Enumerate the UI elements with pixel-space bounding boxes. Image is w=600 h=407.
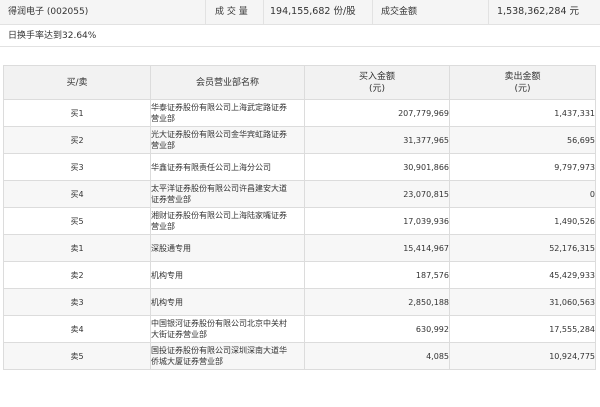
member-name-text: 国投证券股份有限公司深圳深南大道华侨城大厦证券营业部 [151, 346, 288, 366]
member-name-text: 华鑫证券有限责任公司上海分公司 [151, 162, 272, 172]
row-member-name: 深股通专用 [150, 234, 305, 262]
row-sell-amount: 31,060,563 [449, 288, 596, 316]
stock-name-code: 得润电子 (002055) [8, 7, 89, 17]
summary-divider [372, 0, 373, 24]
row-direction: 买5 [3, 207, 151, 235]
table-row: 卖3 机构专用 2,850,188 31,060,563 [3, 288, 596, 316]
member-name-text: 深股通专用 [151, 243, 192, 253]
summary-divider [205, 0, 206, 24]
row-direction: 卖4 [3, 315, 151, 343]
table-row: 卖1 深股通专用 15,414,967 52,176,315 [3, 234, 596, 262]
stock-summary-bar: 得润电子 (002055) 成 交 量 194,155,682 份/股 成交金额… [0, 0, 600, 25]
row-direction: 卖5 [3, 342, 151, 370]
row-buy-amount: 17,039,936 [304, 207, 450, 235]
member-name-text: 湘财证券股份有限公司上海陆家嘴证券营业部 [151, 211, 288, 231]
row-sell-amount: 1,437,331 [449, 99, 596, 127]
row-direction: 卖2 [3, 261, 151, 289]
row-member-name: 华泰证券股份有限公司上海武定路证券营业部 [150, 99, 305, 127]
row-sell-amount: 9,797,973 [449, 153, 596, 181]
table-row: 买3 华鑫证券有限责任公司上海分公司 30,901,866 9,797,973 [3, 153, 596, 181]
row-sell-amount: 45,429,933 [449, 261, 596, 289]
row-sell-amount: 56,695 [449, 126, 596, 154]
table-row: 买1 华泰证券股份有限公司上海武定路证券营业部 207,779,969 1,437,3… [3, 99, 596, 127]
volume-value: 194,155,682 份/股 [270, 6, 356, 17]
table-row: 卖2 机构专用 187,576 45,429,933 [3, 261, 596, 289]
page: 得润电子 (002055) 成 交 量 194,155,682 份/股 成交金额… [0, 0, 600, 407]
row-direction: 买3 [3, 153, 151, 181]
table-row: 卖4 中国银河证券股份有限公司北京中关村大街证券营业部 630,992 17,555,… [3, 315, 596, 343]
turnover-note: 日换手率达到32.64% [0, 25, 600, 47]
header-direction: 买/卖 [3, 65, 151, 100]
member-name-text: 机构专用 [151, 270, 184, 280]
row-buy-amount: 30,901,866 [304, 153, 450, 181]
amount-value: 1,538,362,284 元 [497, 6, 580, 17]
summary-divider [488, 0, 489, 24]
row-buy-amount: 23,070,815 [304, 180, 450, 208]
row-member-name: 国投证券股份有限公司深圳深南大道华侨城大厦证券营业部 [150, 342, 305, 370]
header-buy-amount: 买入金额 (元) [304, 65, 450, 100]
row-direction: 卖1 [3, 234, 151, 262]
row-direction: 买4 [3, 180, 151, 208]
member-name-text: 华泰证券股份有限公司上海武定路证券营业部 [151, 103, 288, 123]
table-row: 买5 湘财证券股份有限公司上海陆家嘴证券营业部 17,039,936 1,490,52… [3, 207, 596, 235]
row-direction: 买1 [3, 99, 151, 127]
amount-label: 成交金额 [381, 7, 418, 17]
row-direction: 买2 [3, 126, 151, 154]
table-row: 卖5 国投证券股份有限公司深圳深南大道华侨城大厦证券营业部 4,085 10,924,… [3, 342, 596, 370]
row-buy-amount: 2,850,188 [304, 288, 450, 316]
trading-seats-table: 买/卖 会员营业部名称 买入金额 (元) 卖出金额 (元) 买1 华泰证券股份有限… [3, 65, 596, 370]
row-buy-amount: 187,576 [304, 261, 450, 289]
table-row: 买4 太平洋证券股份有限公司许昌建安大道证券营业部 23,070,815 0 [3, 180, 596, 208]
row-sell-amount: 1,490,526 [449, 207, 596, 235]
row-direction: 卖3 [3, 288, 151, 316]
row-member-name: 机构专用 [150, 261, 305, 289]
member-name-text: 光大证券股份有限公司金华宾虹路证券营业部 [151, 130, 288, 150]
member-name-text: 太平洋证券股份有限公司许昌建安大道证券营业部 [151, 184, 288, 204]
row-buy-amount: 207,779,969 [304, 99, 450, 127]
row-buy-amount: 630,992 [304, 315, 450, 343]
table-header-row: 买/卖 会员营业部名称 买入金额 (元) 卖出金额 (元) [3, 65, 596, 100]
row-buy-amount: 15,414,967 [304, 234, 450, 262]
row-member-name: 中国银河证券股份有限公司北京中关村大街证券营业部 [150, 315, 305, 343]
summary-divider [263, 0, 264, 24]
row-member-name: 光大证券股份有限公司金华宾虹路证券营业部 [150, 126, 305, 154]
row-sell-amount: 10,924,775 [449, 342, 596, 370]
row-sell-amount: 52,176,315 [449, 234, 596, 262]
header-sell-amount: 卖出金额 (元) [449, 65, 596, 100]
header-member: 会员营业部名称 [150, 65, 305, 100]
volume-label: 成 交 量 [215, 7, 248, 17]
row-member-name: 湘财证券股份有限公司上海陆家嘴证券营业部 [150, 207, 305, 235]
row-sell-amount: 0 [449, 180, 596, 208]
row-sell-amount: 17,555,284 [449, 315, 596, 343]
table-row: 买2 光大证券股份有限公司金华宾虹路证券营业部 31,377,965 56,695 [3, 126, 596, 154]
member-name-text: 中国银河证券股份有限公司北京中关村大街证券营业部 [151, 319, 288, 339]
row-buy-amount: 4,085 [304, 342, 450, 370]
member-name-text: 机构专用 [151, 297, 184, 307]
row-member-name: 机构专用 [150, 288, 305, 316]
row-member-name: 华鑫证券有限责任公司上海分公司 [150, 153, 305, 181]
row-buy-amount: 31,377,965 [304, 126, 450, 154]
row-member-name: 太平洋证券股份有限公司许昌建安大道证券营业部 [150, 180, 305, 208]
